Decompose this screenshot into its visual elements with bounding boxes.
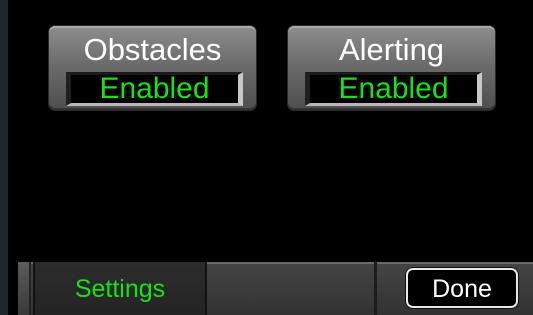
bottom-bar-cap: [18, 262, 31, 315]
tab-settings[interactable]: Settings: [33, 262, 207, 315]
obstacles-status-field: Enabled: [66, 72, 243, 106]
alerting-title: Alerting: [338, 32, 445, 67]
alerting-button[interactable]: Alerting Enabled: [287, 25, 496, 111]
alerting-status-value: Enabled: [338, 72, 449, 105]
obstacles-title: Obstacles: [83, 32, 222, 67]
done-button-label: Done: [432, 275, 492, 303]
done-button[interactable]: Done: [406, 268, 518, 308]
display-screen: Obstacles Enabled Alerting Enabled Setti…: [0, 0, 533, 315]
alerting-status-field: Enabled: [305, 72, 482, 106]
obstacles-button[interactable]: Obstacles Enabled: [48, 25, 257, 111]
obstacles-status-value: Enabled: [99, 72, 210, 105]
tab-settings-label: Settings: [74, 275, 166, 303]
screen-left-edge: [0, 0, 8, 315]
bottom-bar-divider: [374, 262, 377, 315]
